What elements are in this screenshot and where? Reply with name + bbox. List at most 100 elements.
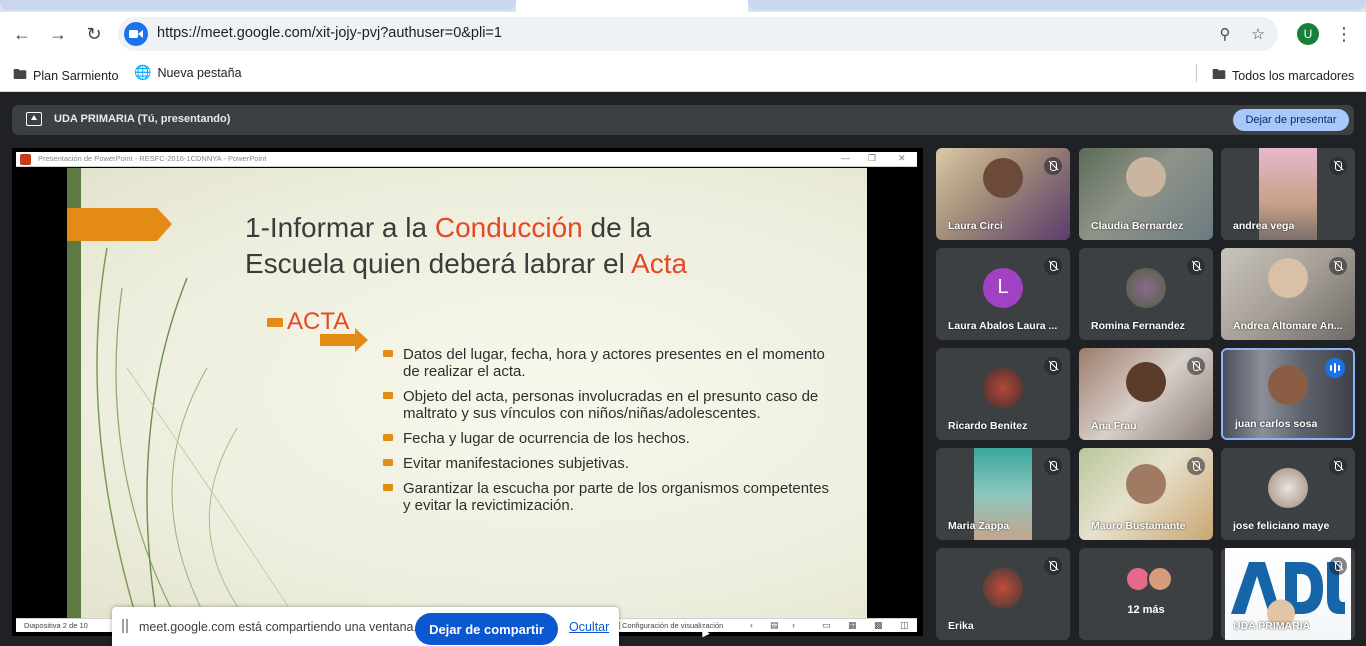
more-participants-label: 12 más [1127, 604, 1165, 616]
forward-icon[interactable]: → [44, 20, 72, 48]
slide-bullet: Objeto del acta, personas involucradas e… [381, 388, 831, 422]
mic-off-icon [1329, 557, 1347, 575]
folder-icon: 🖿 [13, 66, 27, 82]
participant-tile[interactable]: andrea vega [1221, 148, 1355, 240]
present-screen-icon [26, 112, 42, 126]
mic-off-icon [1187, 457, 1205, 475]
presenting-bar: UDA PRIMARIA (Tú, presentando) Dejar de … [12, 105, 1354, 135]
mic-off-icon [1187, 257, 1205, 275]
browser-toolbar: ← → ↻ https://meet.google.com/xit-jojy-p… [0, 12, 1366, 56]
participant-tile[interactable]: Laura Circi [936, 148, 1070, 240]
participant-name: jose feliciano maye [1233, 520, 1330, 532]
stop-presenting-button[interactable]: Dejar de presentar [1233, 109, 1349, 131]
stop-sharing-button[interactable]: Dejar de compartir [415, 613, 558, 645]
bookmark-label: Plan Sarmiento [33, 69, 119, 83]
participant-name: Romina Fernandez [1091, 320, 1185, 332]
participant-tile[interactable]: Claudia Bernardez [1079, 148, 1213, 240]
participant-avatar [1126, 267, 1166, 308]
slide-section-heading: ACTA [267, 308, 349, 336]
mic-off-icon [1044, 557, 1062, 575]
participant-tile-speaking[interactable]: juan carlos sosa [1221, 348, 1355, 440]
mic-off-icon [1187, 357, 1205, 375]
profile-avatar[interactable]: U [1297, 23, 1319, 45]
reading-view-icon[interactable]: ▩ [874, 620, 883, 631]
participant-tile[interactable]: Romina Fernandez [1079, 248, 1213, 340]
minimize-icon[interactable]: — [841, 153, 850, 163]
participant-tile[interactable]: Erika [936, 548, 1070, 640]
slideshow-icon[interactable]: ◫ [900, 620, 909, 631]
bullet-marker [267, 318, 283, 328]
tab-strip [0, 0, 1366, 12]
shared-screen: Presentación de PowerPoint - RESFC-2016-… [12, 148, 923, 636]
participant-name: andrea vega [1233, 220, 1295, 232]
slide-bullet: Datos del lugar, fecha, hora y actores p… [381, 346, 831, 380]
participant-name: Erika [948, 620, 974, 632]
participant-tile[interactable]: Ana Frau [1079, 348, 1213, 440]
all-bookmarks[interactable]: 🖿 Todos los marcadores [1212, 64, 1354, 88]
slide: 1-Informar a la Conducción de la Escuela… [67, 168, 867, 620]
participant-tile[interactable]: L Laura Abalos Laura ... [936, 248, 1070, 340]
meet-site-icon[interactable] [124, 22, 148, 46]
participant-name: Andrea Altomare An... [1233, 320, 1343, 332]
zoom-icon[interactable]: ⚲ [1215, 24, 1235, 44]
slide-title: 1-Informar a la Conducción de la Escuela… [245, 210, 687, 282]
drag-handle-icon[interactable] [122, 619, 128, 633]
participant-tile-self[interactable]: UDA PRIMARIA [1221, 548, 1355, 640]
participant-face [1126, 463, 1166, 504]
participant-face [1126, 156, 1166, 197]
address-bar[interactable]: https://meet.google.com/xit-jojy-pvj?aut… [118, 17, 1278, 51]
mic-off-icon [1044, 357, 1062, 375]
participant-avatar [983, 367, 1023, 408]
bookmark-nueva-pestana[interactable]: 🌐 Nueva pestaña [134, 64, 242, 81]
star-icon[interactable]: ☆ [1248, 24, 1268, 44]
participant-face [1268, 364, 1308, 405]
all-bookmarks-label: Todos los marcadores [1232, 69, 1355, 83]
participant-tile[interactable]: Mauro Bustamante [1079, 448, 1213, 540]
back-icon[interactable]: ← [8, 20, 36, 48]
participant-tile[interactable]: Ricardo Benitez [936, 348, 1070, 440]
title-text: de la [582, 212, 652, 243]
slide-menu-icon[interactable]: ▤ [770, 620, 779, 631]
folder-icon: 🖿 [1212, 66, 1226, 82]
participant-name: Laura Abalos Laura ... [948, 320, 1058, 332]
title-text: Escuela quien deberá labrar el [245, 248, 632, 279]
slide-bullet: Fecha y lugar de ocurrencia de los hecho… [381, 430, 831, 447]
title-text: 1-Informar a la [245, 212, 435, 243]
mic-off-icon [1329, 457, 1347, 475]
participant-avatar [1268, 467, 1308, 508]
restore-icon[interactable]: ❐ [868, 153, 876, 164]
reload-icon[interactable]: ↻ [80, 20, 108, 48]
close-icon[interactable]: ✕ [898, 153, 906, 164]
tab-right[interactable] [748, 0, 1366, 10]
tab-active[interactable] [516, 0, 748, 12]
participant-name: Maria Zappa [948, 520, 1010, 532]
more-participants-tile[interactable]: 12 más [1079, 548, 1213, 640]
sharing-message: meet.google.com está compartiendo una ve… [139, 620, 417, 634]
participant-face [1268, 258, 1308, 299]
more-menu-icon[interactable]: ⋮ [1332, 22, 1356, 46]
participant-tile[interactable]: Andrea Altomare An... [1221, 248, 1355, 340]
participant-tile[interactable]: Maria Zappa [936, 448, 1070, 540]
globe-icon: 🌐 [134, 64, 152, 80]
participant-avatar: L [983, 267, 1023, 308]
title-highlight: Conducción [434, 212, 583, 243]
url-text[interactable]: https://meet.google.com/xit-jojy-pvj?aut… [157, 25, 502, 41]
normal-view-icon[interactable]: ▭ [822, 620, 831, 631]
tab-left[interactable] [0, 0, 516, 10]
participant-name: Claudia Bernardez [1091, 220, 1184, 232]
view-settings[interactable]: Configuración de visualización [622, 621, 723, 630]
bookmark-plan-sarmiento[interactable]: 🖿 Plan Sarmiento [13, 64, 118, 88]
participant-name: Ana Frau [1091, 420, 1137, 432]
hide-link[interactable]: Ocultar [569, 620, 609, 634]
participant-avatar [983, 567, 1023, 608]
participant-name: Mauro Bustamante [1091, 520, 1186, 532]
slide-bullet: Garantizar la escucha por parte de los o… [381, 480, 831, 514]
powerpoint-titlebar: Presentación de PowerPoint - RESFC-2016-… [16, 152, 917, 167]
presenting-title: UDA PRIMARIA (Tú, presentando) [54, 113, 231, 125]
next-slide-icon[interactable]: › [792, 620, 795, 630]
participant-tile[interactable]: jose feliciano maye [1221, 448, 1355, 540]
participant-avatar [1147, 566, 1173, 592]
mic-off-icon [1044, 457, 1062, 475]
sorter-view-icon[interactable]: ▦ [848, 620, 857, 631]
previous-slide-icon[interactable]: ‹ [750, 620, 753, 630]
